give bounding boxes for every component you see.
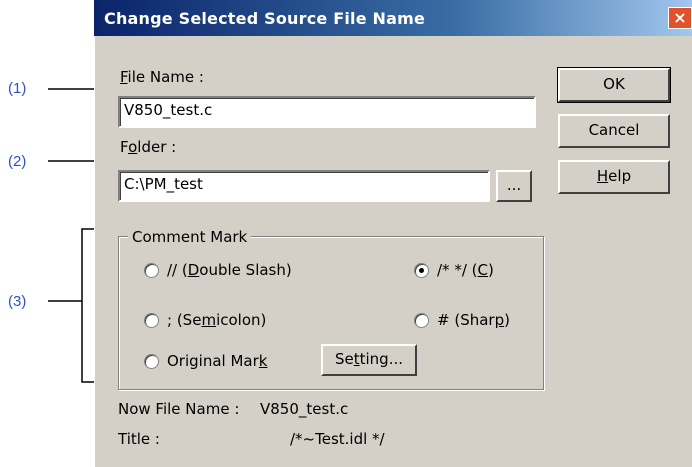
radio-indicator (414, 312, 429, 328)
now-file-name-value: V850_test.c (260, 400, 349, 418)
radio-double-slash[interactable]: // (Double Slash) (144, 261, 292, 279)
radio-original-mark[interactable]: Original Mark (144, 352, 267, 370)
title-bar: Change Selected Source File Name × (94, 0, 692, 36)
now-file-name-label: Now File Name : (118, 400, 240, 418)
dialog-title: Change Selected Source File Name (104, 9, 426, 28)
folder-label: Folder : (120, 138, 177, 156)
file-name-label: File Name : (120, 68, 204, 86)
help-button[interactable]: Help (558, 160, 670, 194)
title-label: Title : (118, 430, 160, 448)
setting-button[interactable]: Setting... (321, 344, 417, 376)
close-button[interactable]: × (668, 7, 692, 29)
radio-sharp[interactable]: # (Sharp) (414, 311, 510, 329)
close-icon: × (673, 8, 687, 27)
radio-label: Original Mark (167, 352, 268, 370)
folder-input[interactable]: C:\PM_test (118, 170, 490, 202)
file-name-input[interactable]: V850_test.c (118, 96, 536, 128)
radio-label: /* */ (C) (437, 261, 494, 279)
change-source-file-name-dialog: Change Selected Source File Name × File … (94, 0, 692, 467)
radio-c-style[interactable]: /* */ (C) (414, 261, 494, 279)
radio-label: # (Sharp) (437, 311, 510, 329)
radio-indicator (144, 312, 159, 328)
cancel-button[interactable]: Cancel (558, 114, 670, 148)
radio-indicator (144, 353, 159, 369)
radio-label: // (Double Slash) (167, 261, 292, 279)
radio-indicator (144, 262, 159, 278)
radio-semicolon[interactable]: ; (Semicolon) (144, 311, 266, 329)
title-value: /*~Test.idl */ (290, 430, 385, 448)
radio-label: ; (Semicolon) (167, 311, 267, 329)
radio-indicator-selected (414, 262, 429, 278)
comment-mark-title: Comment Mark (128, 228, 252, 246)
browse-button[interactable]: ... (496, 170, 532, 202)
ok-button[interactable]: OK (557, 67, 671, 103)
